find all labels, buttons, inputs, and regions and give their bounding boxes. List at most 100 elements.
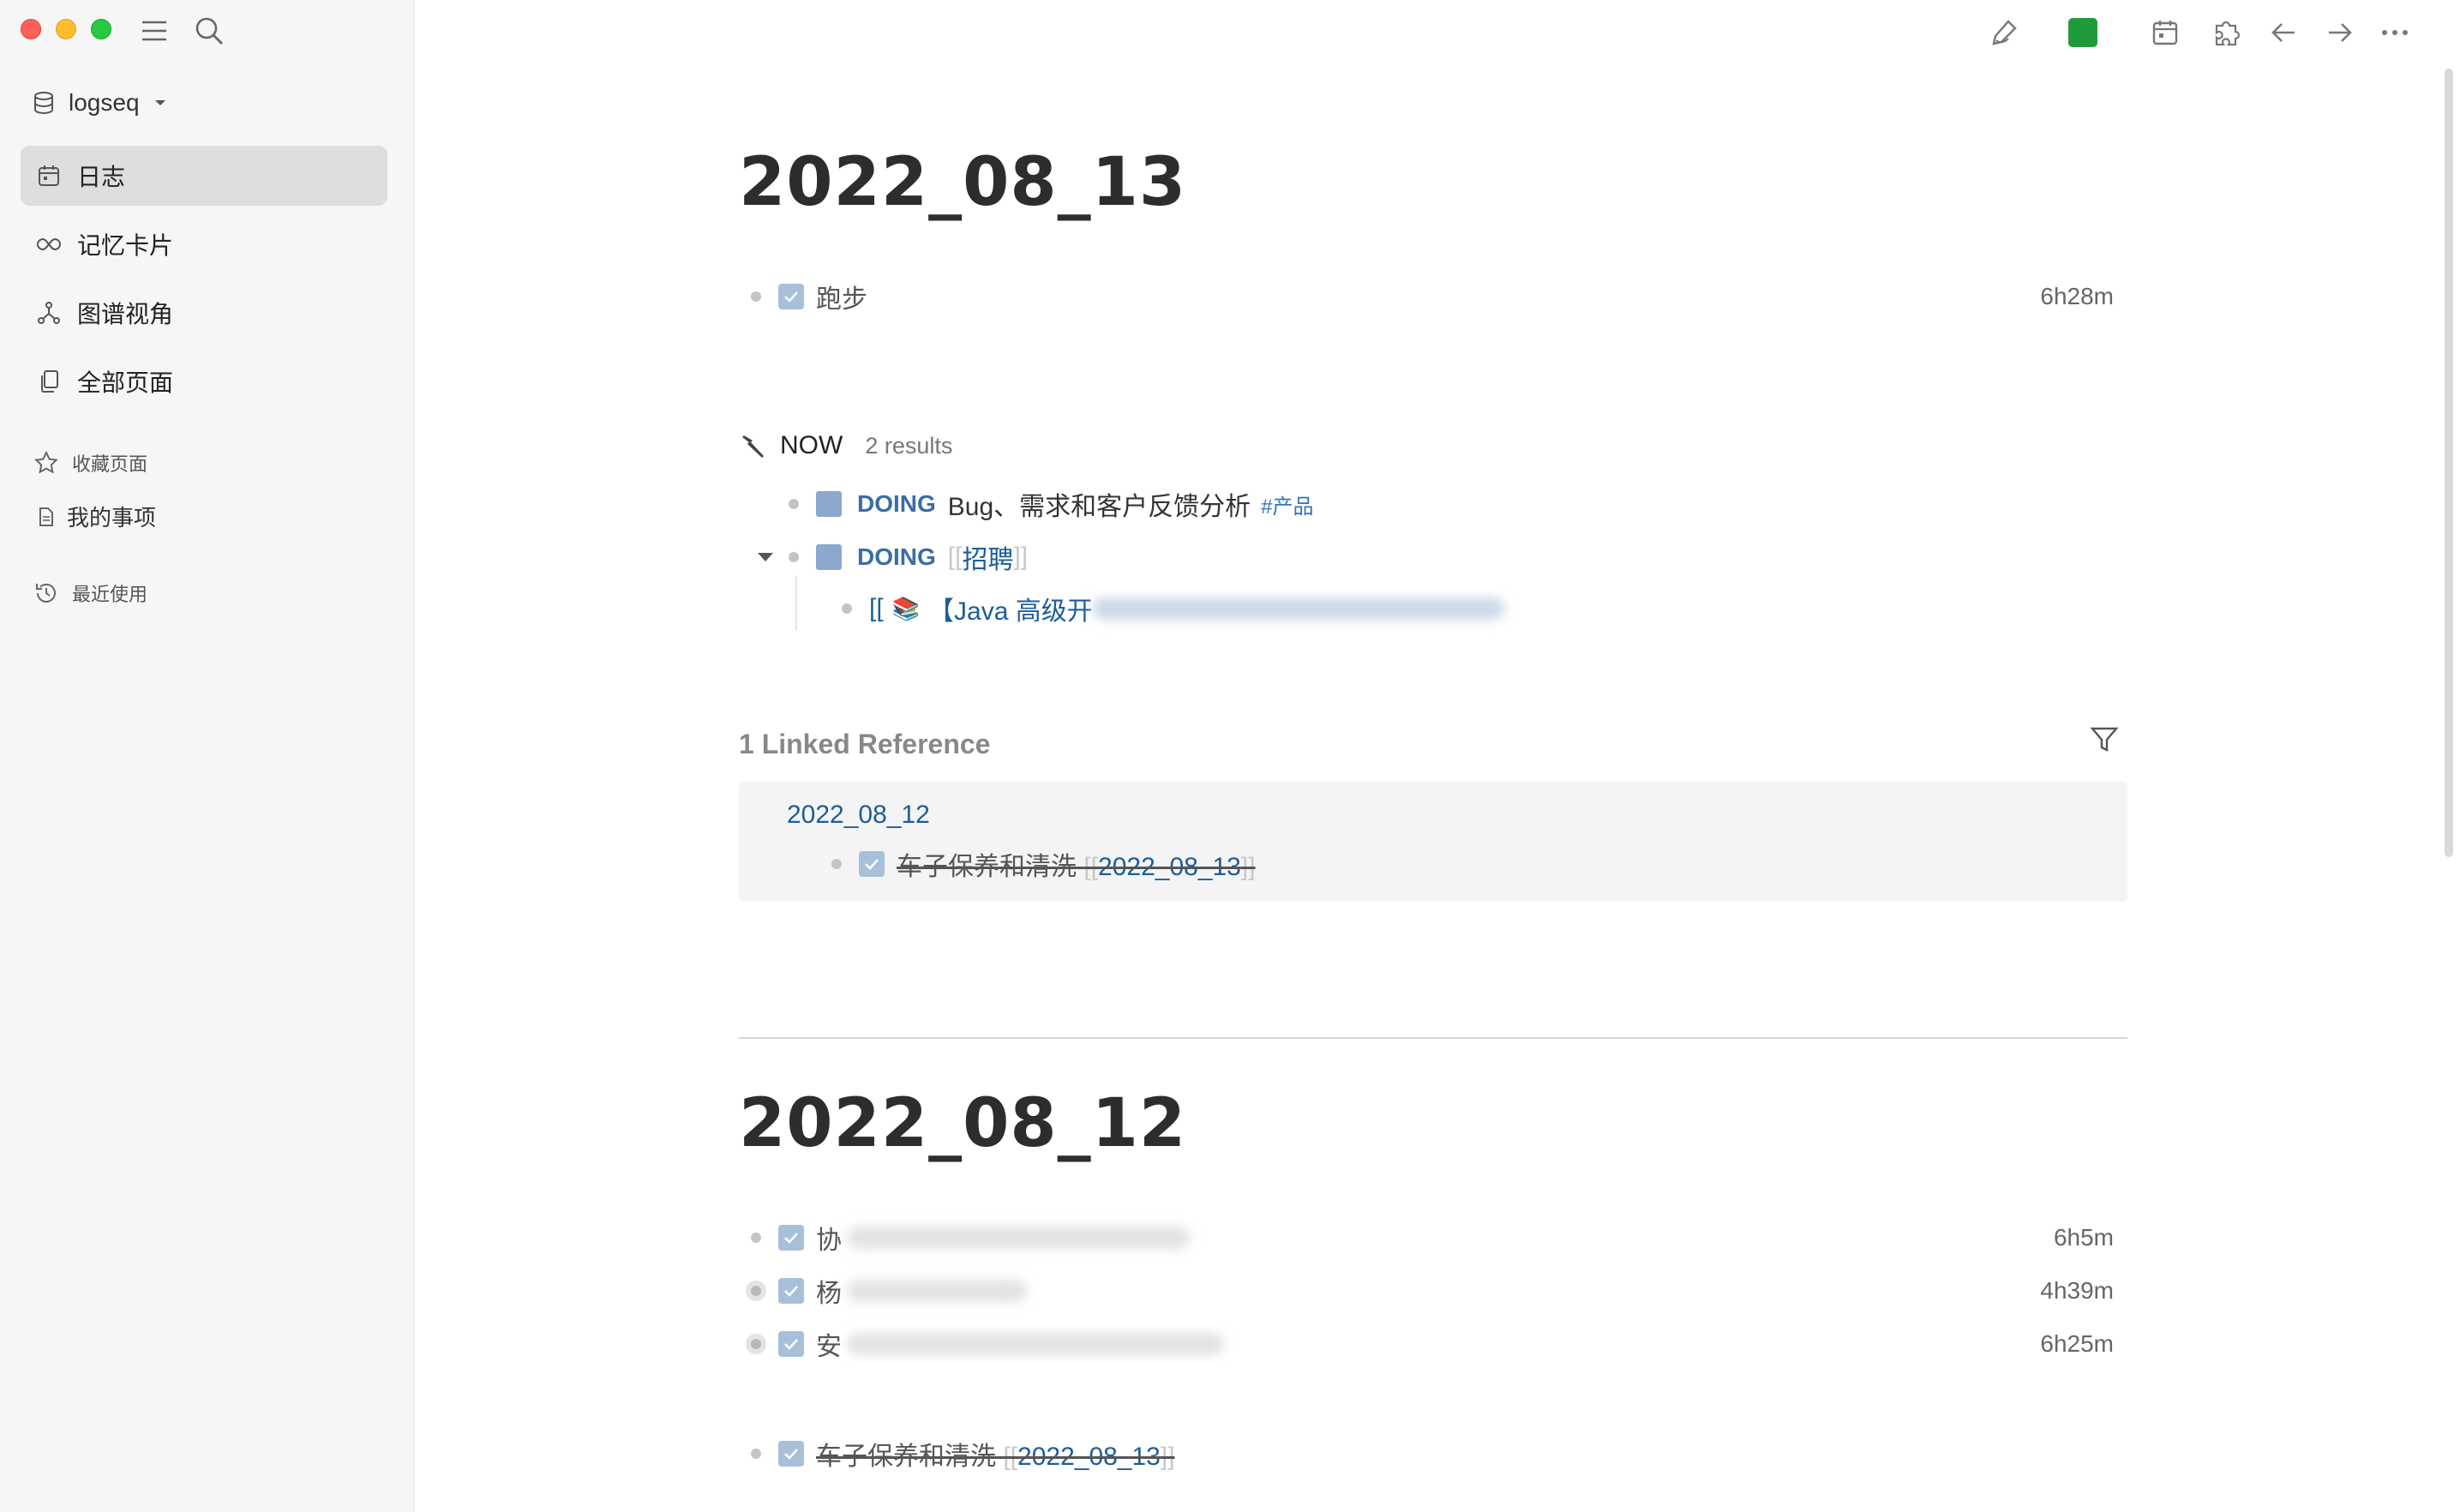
database-icon: [34, 92, 53, 115]
sidebar-item-label: 全部页面: [77, 369, 174, 396]
maximize-window-button[interactable]: [91, 19, 111, 39]
task-checkbox[interactable]: [859, 851, 885, 877]
star-icon: [34, 451, 58, 474]
sidebar-item-label: 日志: [77, 164, 126, 190]
task-checkbox[interactable]: [778, 1331, 804, 1357]
task-block[interactable]: 安 6h25m: [746, 1329, 2114, 1361]
task-status-square[interactable]: [816, 544, 842, 570]
reference-page-title[interactable]: 2022_08_12: [787, 801, 930, 830]
more-icon[interactable]: [2374, 12, 2415, 53]
task-marker[interactable]: DOING: [857, 490, 936, 518]
child-block[interactable]: [[ 📚 【Java 高级开: [842, 590, 1504, 627]
task-checkbox[interactable]: [778, 284, 804, 309]
linked-references-title[interactable]: 1 Linked Reference: [739, 729, 990, 760]
task-block[interactable]: 车子保养和清洗 [[2022_08_13]]: [751, 1435, 1175, 1473]
collapsed-bullet[interactable]: [746, 1281, 766, 1301]
child-guide-line: [795, 576, 797, 631]
task-text: 跑步: [816, 285, 867, 314]
calendar-icon[interactable]: [2145, 12, 2186, 53]
redacted-text: [847, 1280, 1027, 1302]
block-bullet[interactable]: [751, 1449, 761, 1459]
redacted-text: [1092, 597, 1504, 620]
task-block[interactable]: 协 6h5m: [751, 1222, 2114, 1255]
favorite-page-item[interactable]: 我的事项: [38, 501, 156, 532]
block-bullet[interactable]: [789, 552, 799, 562]
journal-title[interactable]: 2022_08_13: [739, 144, 1186, 221]
page-reference[interactable]: 2022_08_13: [1098, 853, 1241, 881]
query-result-item[interactable]: DOING [[ 招聘 ]]: [756, 538, 1028, 576]
block-bullet[interactable]: [751, 291, 761, 302]
task-block[interactable]: 跑步 6h28m: [751, 281, 2114, 314]
recent-header[interactable]: 最近使用: [34, 579, 147, 607]
left-sidebar: logseq 日志 记忆卡片 图谱视角 全部页面 收藏页面 我的事项 最近使用: [0, 0, 415, 1512]
favorite-page-label: 我的事项: [67, 505, 157, 531]
task-duration: 4h39m: [2040, 1277, 2114, 1304]
page-reference[interactable]: 2022_08_13: [1017, 1443, 1161, 1471]
journal-title[interactable]: 2022_08_12: [739, 1085, 1186, 1162]
forward-icon[interactable]: [2319, 12, 2361, 53]
sync-status-icon[interactable]: [2062, 12, 2103, 53]
bracket-open: [[: [869, 594, 884, 622]
sidebar-item-label: 记忆卡片: [77, 232, 174, 259]
task-checkbox[interactable]: [778, 1441, 804, 1467]
reference-page-link[interactable]: 2022_08_12: [787, 801, 930, 830]
bracket-close: ]]: [1240, 853, 1256, 881]
page-tag[interactable]: #产品: [1261, 489, 1313, 519]
task-checkbox[interactable]: [778, 1225, 804, 1251]
page-reference[interactable]: 【Java 高级开: [928, 590, 1093, 627]
task-block[interactable]: 杨 4h39m: [746, 1275, 2114, 1308]
window-controls: [21, 19, 111, 39]
redacted-text: [847, 1333, 1224, 1355]
task-status-square[interactable]: [816, 491, 842, 517]
query-result-item[interactable]: DOING Bug、需求和客户反馈分析 #产品: [789, 485, 1314, 523]
page-reference[interactable]: 招聘: [962, 538, 1013, 576]
search-icon[interactable]: [190, 12, 228, 50]
recent-label: 最近使用: [72, 584, 148, 605]
back-icon[interactable]: [2263, 12, 2304, 53]
task-text: 杨: [816, 1280, 842, 1308]
favorites-header[interactable]: 收藏页面: [34, 449, 147, 477]
bracket-open: [[: [947, 543, 963, 571]
block-bullet[interactable]: [831, 859, 842, 869]
scrollbar[interactable]: [2445, 69, 2453, 857]
page-icon: [39, 507, 53, 526]
block-bullet[interactable]: [842, 603, 852, 614]
close-window-button[interactable]: [21, 19, 41, 39]
bracket-open: [[: [1003, 1443, 1018, 1471]
sidebar-item-graph-view[interactable]: 图谱视角: [21, 283, 387, 343]
sidebar-item-journals[interactable]: 日志: [21, 146, 387, 206]
linked-reference-card: [739, 782, 2127, 902]
redacted-text: [847, 1227, 1190, 1249]
task-marker[interactable]: DOING: [857, 543, 936, 571]
sidebar-item-all-pages[interactable]: 全部页面: [21, 351, 387, 411]
bracket-open: [[: [1083, 853, 1099, 881]
bracket-close: ]]: [1160, 1443, 1175, 1471]
bracket-close: ]]: [1013, 543, 1029, 571]
journal-divider: [739, 1037, 2127, 1039]
books-icon: 📚: [891, 595, 921, 621]
block-bullet[interactable]: [789, 499, 799, 509]
task-duration: 6h25m: [2040, 1330, 2114, 1357]
edit-icon[interactable]: [1983, 12, 2025, 53]
repo-name: logseq: [69, 89, 140, 116]
query-title: NOW: [780, 431, 843, 459]
query-count: 2 results: [865, 432, 953, 459]
now-query-header[interactable]: NOW 2 results: [739, 431, 952, 460]
favorites-label: 收藏页面: [72, 453, 148, 475]
repo-selector[interactable]: logseq: [33, 89, 167, 117]
task-text: 车子保养和清洗: [897, 853, 1077, 881]
task-text: 安: [816, 1333, 842, 1361]
collapsed-bullet[interactable]: [746, 1334, 766, 1354]
minimize-window-button[interactable]: [56, 19, 76, 39]
collapse-arrow-icon[interactable]: [756, 551, 775, 563]
sidebar-item-flashcards[interactable]: 记忆卡片: [21, 214, 387, 274]
task-text: 车子保养和清洗: [816, 1443, 996, 1471]
task-checkbox[interactable]: [778, 1278, 804, 1304]
graph-icon: [36, 300, 62, 326]
reference-block[interactable]: 车子保养和清洗 [[2022_08_13]]: [831, 845, 1256, 883]
filter-icon[interactable]: [2090, 725, 2119, 759]
menu-icon[interactable]: [135, 12, 173, 50]
block-bullet[interactable]: [751, 1233, 761, 1243]
pages-icon: [36, 369, 62, 394]
plugins-icon[interactable]: [2206, 12, 2247, 53]
